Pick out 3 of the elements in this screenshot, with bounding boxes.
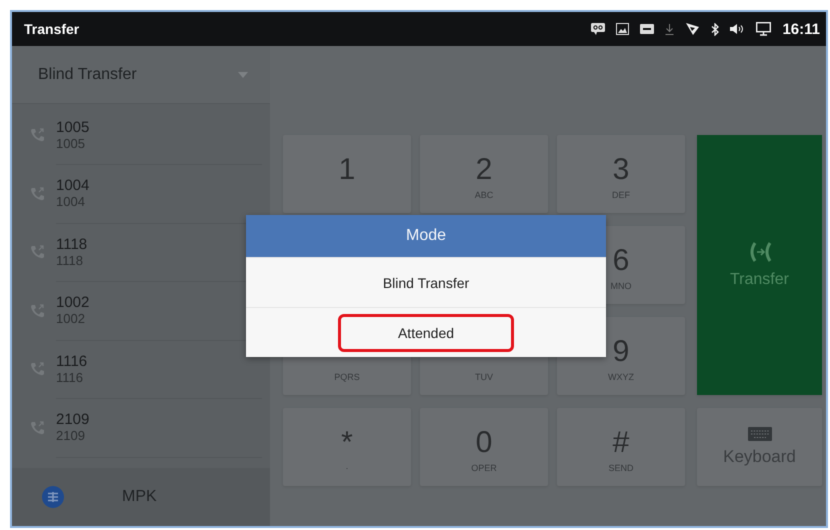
- dialog-title: Mode: [246, 215, 606, 257]
- clock-time: 16:11: [782, 20, 820, 38]
- screen-title: Transfer: [24, 21, 80, 37]
